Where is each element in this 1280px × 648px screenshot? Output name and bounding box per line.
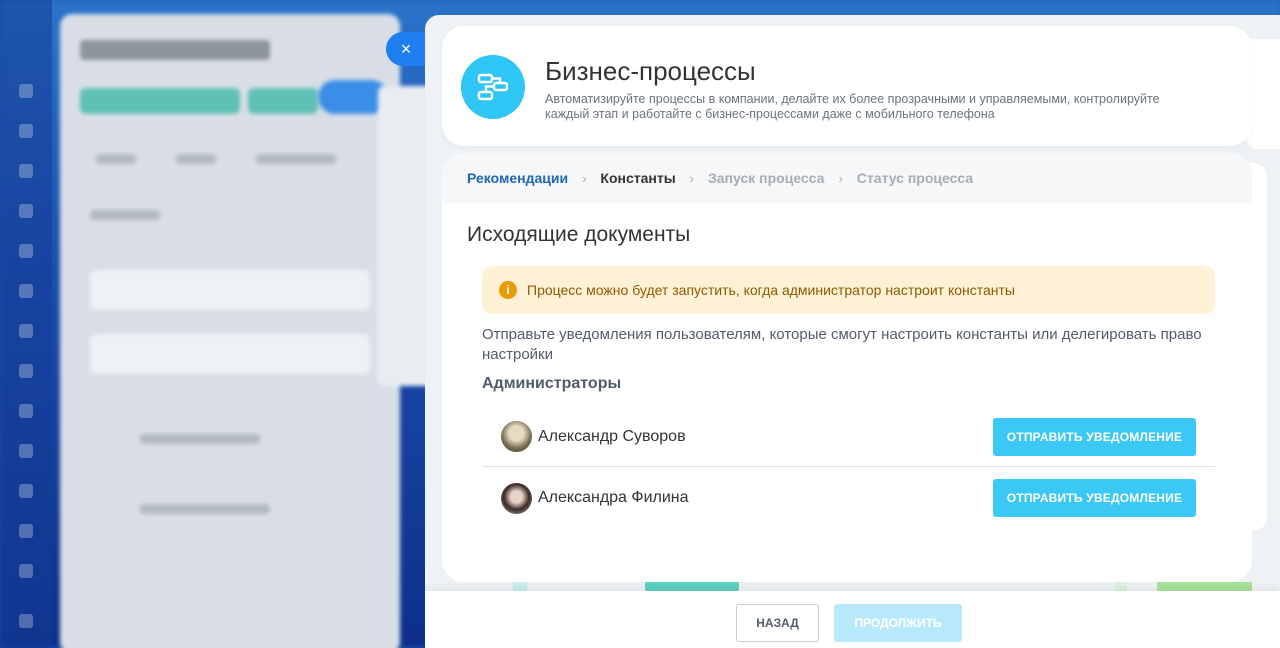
- step-process-status: Статус процесса: [856, 170, 974, 186]
- step-recommendations[interactable]: Рекомендации: [467, 170, 568, 186]
- chevron-right-icon: ›: [689, 170, 694, 186]
- footer-bar: НАЗАД ПРОДОЛЖИТЬ: [425, 591, 1280, 648]
- step-process-launch: Запуск процесса: [708, 170, 825, 186]
- header-card: Бизнес-процессы Автоматизируйте процессы…: [442, 26, 1252, 146]
- page-title: Бизнес-процессы: [545, 56, 756, 86]
- admin-name: Александр Суворов: [538, 427, 686, 445]
- avatar: [501, 482, 532, 514]
- main-card: Рекомендации › Константы › Запуск процес…: [442, 153, 1252, 582]
- close-slider-button[interactable]: ×: [386, 32, 426, 66]
- wizard-steps: Рекомендации › Константы › Запуск процес…: [442, 153, 1252, 203]
- warning-text: Процесс можно будет запустить, когда адм…: [527, 282, 1015, 298]
- close-icon: ×: [400, 39, 412, 59]
- section-title: Исходящие документы: [467, 223, 691, 246]
- notify-instructions: Отправьте уведомления пользователям, кот…: [482, 326, 1202, 363]
- admin-row: Александра Филина ОТПРАВИТЬ УВЕДОМЛЕНИЕ: [482, 468, 1215, 528]
- step-constants[interactable]: Константы: [600, 170, 675, 186]
- business-process-icon: [461, 55, 525, 119]
- page-description: Автоматизируйте процессы в компании, дел…: [545, 92, 1160, 121]
- chevron-right-icon: ›: [582, 170, 587, 186]
- business-process-slider: Бизнес-процессы Автоматизируйте процессы…: [425, 15, 1280, 648]
- admin-name: Александра Филина: [538, 489, 689, 506]
- send-notification-button[interactable]: ОТПРАВИТЬ УВЕДОМЛЕНИЕ: [993, 479, 1196, 517]
- info-icon: i: [499, 281, 517, 299]
- back-button[interactable]: НАЗАД: [736, 604, 819, 642]
- avatar: [501, 421, 532, 452]
- background-left-menu: [0, 0, 52, 648]
- admins-heading: Администраторы: [482, 375, 622, 392]
- chevron-right-icon: ›: [838, 170, 843, 186]
- continue-button[interactable]: ПРОДОЛЖИТЬ: [834, 604, 962, 642]
- send-notification-button[interactable]: ОТПРАВИТЬ УВЕДОМЛЕНИЕ: [993, 417, 1196, 456]
- warning-alert: i Процесс можно будет запустить, когда а…: [482, 266, 1215, 314]
- admin-row: Александр Суворов ОТПРАВИТЬ УВЕДОМЛЕНИЕ: [482, 407, 1215, 467]
